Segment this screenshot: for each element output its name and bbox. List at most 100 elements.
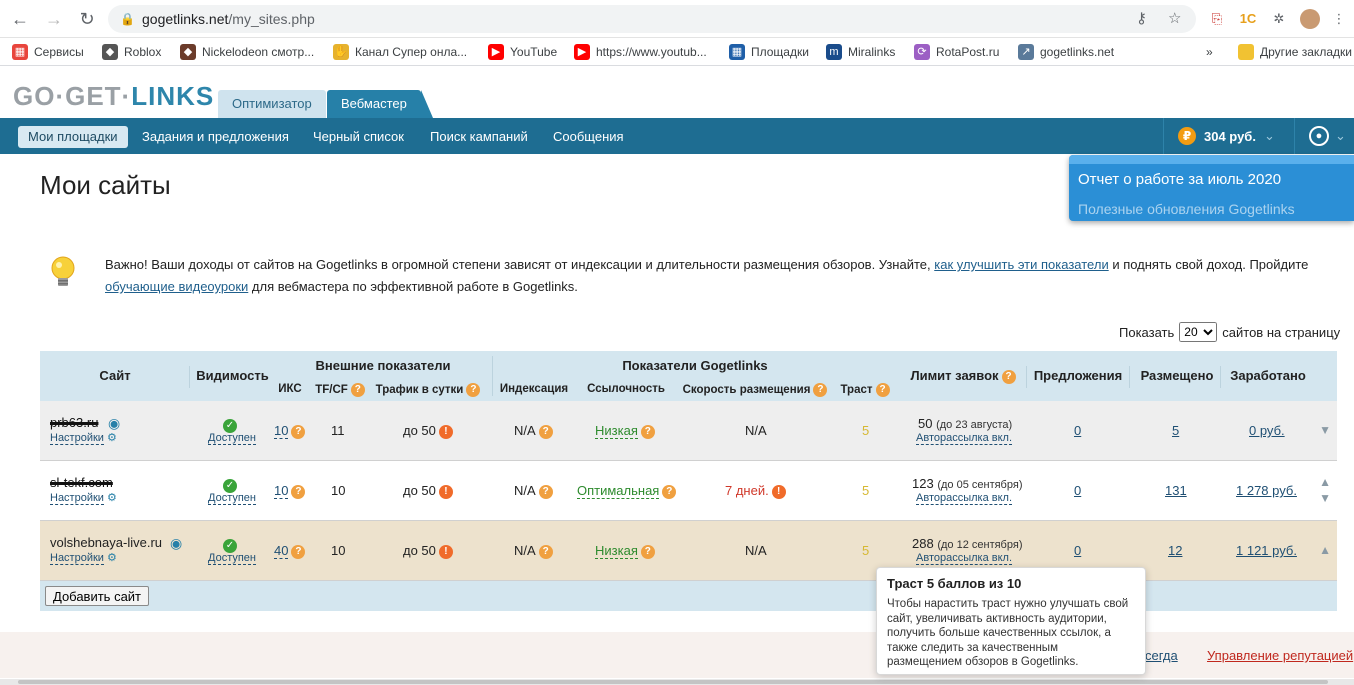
help-icon[interactable]: ?	[538, 484, 553, 499]
bookmark-item[interactable]: ◆ Roblox	[102, 43, 161, 61]
pdf-extension-icon[interactable]: ⎘	[1207, 9, 1227, 29]
offers-link[interactable]: 0	[1074, 483, 1081, 498]
bookmarks-overflow-button[interactable]: »	[1206, 43, 1213, 61]
scrollbar-thumb[interactable]	[18, 680, 1328, 684]
triangle-up-icon[interactable]: ▲	[1319, 543, 1331, 557]
bookmark-item[interactable]: ↗ gogetlinks.net	[1018, 43, 1114, 61]
offers-link[interactable]: 0	[1074, 423, 1081, 438]
help-icon[interactable]: ?	[466, 383, 481, 397]
notification-title[interactable]: Отчет о работе за июль 2020	[1078, 171, 1281, 188]
visibility-status[interactable]: Доступен	[208, 552, 257, 565]
warning-icon[interactable]: !	[438, 544, 453, 559]
star-icon[interactable]: ☆	[1168, 9, 1181, 27]
earned-link[interactable]: 0 руб.	[1249, 423, 1285, 438]
site-name[interactable]: volshebnaya-live.ru	[50, 535, 162, 550]
linkage-label[interactable]: Низкая	[595, 423, 638, 439]
bookmark-item[interactable]: ▦ Площадки	[729, 43, 809, 61]
autosend-link[interactable]: Авторассылка вкл.	[916, 492, 1013, 505]
help-icon[interactable]: ?	[640, 544, 655, 559]
help-icon[interactable]: ?	[538, 544, 553, 559]
help-icon[interactable]: ?	[1001, 369, 1016, 384]
triangle-down-icon[interactable]: ▼	[1319, 423, 1331, 437]
nav-blacklist[interactable]: Черный список	[303, 126, 414, 148]
triangle-down-icon[interactable]: ▼	[1319, 491, 1331, 505]
trust-value[interactable]: 5	[862, 483, 869, 498]
help-icon[interactable]: ?	[291, 484, 306, 499]
profile-avatar[interactable]	[1300, 9, 1320, 29]
notification-subtitle[interactable]: Полезные обновления Gogetlinks	[1078, 201, 1295, 217]
iks-number[interactable]: 40	[274, 543, 289, 559]
help-icon[interactable]: ?	[662, 484, 677, 499]
key-icon[interactable]: ⚷	[1136, 9, 1147, 27]
bookmark-item[interactable]: ▶ https://www.youtub...	[574, 43, 707, 61]
back-arrow-icon[interactable]: ←	[10, 9, 30, 29]
nav-my-sites[interactable]: Мои площадки	[18, 126, 128, 148]
site-settings-link[interactable]: Настройки ⚙	[50, 491, 117, 505]
iks-number[interactable]: 10	[274, 423, 289, 439]
reputation-management-link[interactable]: Управление репутацией	[1207, 648, 1353, 663]
reload-icon[interactable]: ↻	[77, 9, 97, 29]
footer-link[interactable]: сегда	[1145, 648, 1178, 663]
rss-icon[interactable]: ◉	[108, 415, 124, 431]
video-lessons-link[interactable]: обучающие видеоуроки	[105, 279, 248, 294]
warning-icon[interactable]: !	[438, 484, 453, 499]
placed-link[interactable]: 131	[1165, 483, 1187, 498]
visibility-status[interactable]: Доступен	[208, 432, 257, 445]
placed-link[interactable]: 5	[1172, 423, 1179, 438]
autosend-link[interactable]: Авторассылка вкл.	[916, 432, 1013, 445]
nav-campaign-search[interactable]: Поиск кампаний	[420, 126, 538, 148]
per-page-select[interactable]: 20	[1179, 322, 1218, 342]
bookmark-item[interactable]: ⟳ RotaPost.ru	[914, 43, 999, 61]
horizontal-scrollbar[interactable]	[0, 679, 1354, 685]
earned-link[interactable]: 1 278 руб.	[1236, 483, 1297, 498]
autosend-link[interactable]: Авторассылка вкл.	[916, 552, 1013, 565]
linkage-label[interactable]: Оптимальная	[577, 483, 660, 499]
menu-dots-icon[interactable]: ⋮	[1329, 9, 1349, 29]
1c-extension-icon[interactable]: 1С	[1238, 9, 1258, 29]
site-settings-link[interactable]: Настройки ⚙	[50, 431, 117, 445]
nav-messages[interactable]: Сообщения	[543, 126, 634, 148]
site-name[interactable]: sl-tekf.com	[50, 475, 113, 490]
address-bar[interactable]: 🔒 gogetlinks.net/my_sites.php ⚷ ☆	[108, 5, 1196, 33]
balance-dropdown[interactable]: ₽ 304 руб. ⌄	[1163, 118, 1293, 154]
help-icon[interactable]: ?	[350, 383, 365, 397]
linkage-label[interactable]: Низкая	[595, 543, 638, 559]
bookmark-item[interactable]: ◆ Nickelodeon смотр...	[180, 43, 314, 61]
bookmark-item[interactable]: ▶ YouTube	[488, 43, 557, 61]
iks-number[interactable]: 10	[274, 483, 289, 499]
improve-metrics-link[interactable]: как улучшить эти показатели	[934, 257, 1108, 272]
tooltip-body: Чтобы нарастить траст нужно улучшать сво…	[887, 598, 1129, 668]
trust-value[interactable]: 5	[862, 543, 869, 558]
site-name[interactable]: prb63.ru	[50, 415, 98, 430]
add-site-button[interactable]: Добавить сайт	[45, 586, 150, 606]
bookmark-item[interactable]: ✋ Канал Супер онла...	[333, 43, 467, 61]
notification-popup[interactable]: Отчет о работе за июль 2020 Полезные обн…	[1069, 155, 1354, 221]
help-icon[interactable]: ?	[291, 544, 306, 559]
bookmark-item[interactable]: ▦ Сервисы	[12, 43, 84, 61]
warning-icon[interactable]: !	[771, 484, 786, 499]
url-text[interactable]: gogetlinks.net/my_sites.php	[142, 11, 315, 27]
help-icon[interactable]: ?	[538, 424, 553, 439]
nav-tasks[interactable]: Задания и предложения	[132, 126, 299, 148]
user-menu[interactable]: ● ⌄	[1294, 118, 1354, 154]
puzzle-icon[interactable]: ✲	[1269, 9, 1289, 29]
help-icon[interactable]: ?	[291, 424, 306, 439]
trust-value[interactable]: 5	[862, 423, 869, 438]
tab-optimizer[interactable]: Оптимизатор	[218, 90, 326, 118]
other-bookmarks[interactable]: Другие закладки	[1238, 43, 1352, 61]
gogetlinks-logo[interactable]: GO·GET·LINKS	[13, 81, 214, 112]
rss-icon[interactable]: ◉	[170, 535, 186, 551]
bookmark-item[interactable]: m Miralinks	[826, 43, 895, 61]
earned-link[interactable]: 1 121 руб.	[1236, 543, 1297, 558]
help-icon[interactable]: ?	[640, 424, 655, 439]
tab-webmaster[interactable]: Вебмастер	[327, 90, 433, 118]
triangle-up-icon[interactable]: ▲	[1319, 475, 1331, 489]
placed-link[interactable]: 12	[1168, 543, 1182, 558]
help-icon[interactable]: ?	[813, 383, 828, 397]
offers-link[interactable]: 0	[1074, 543, 1081, 558]
help-icon[interactable]: ?	[875, 383, 890, 397]
warning-icon[interactable]: !	[438, 424, 453, 439]
site-settings-link[interactable]: Настройки ⚙	[50, 551, 117, 565]
forward-arrow-icon[interactable]: →	[44, 9, 64, 29]
visibility-status[interactable]: Доступен	[208, 492, 257, 505]
